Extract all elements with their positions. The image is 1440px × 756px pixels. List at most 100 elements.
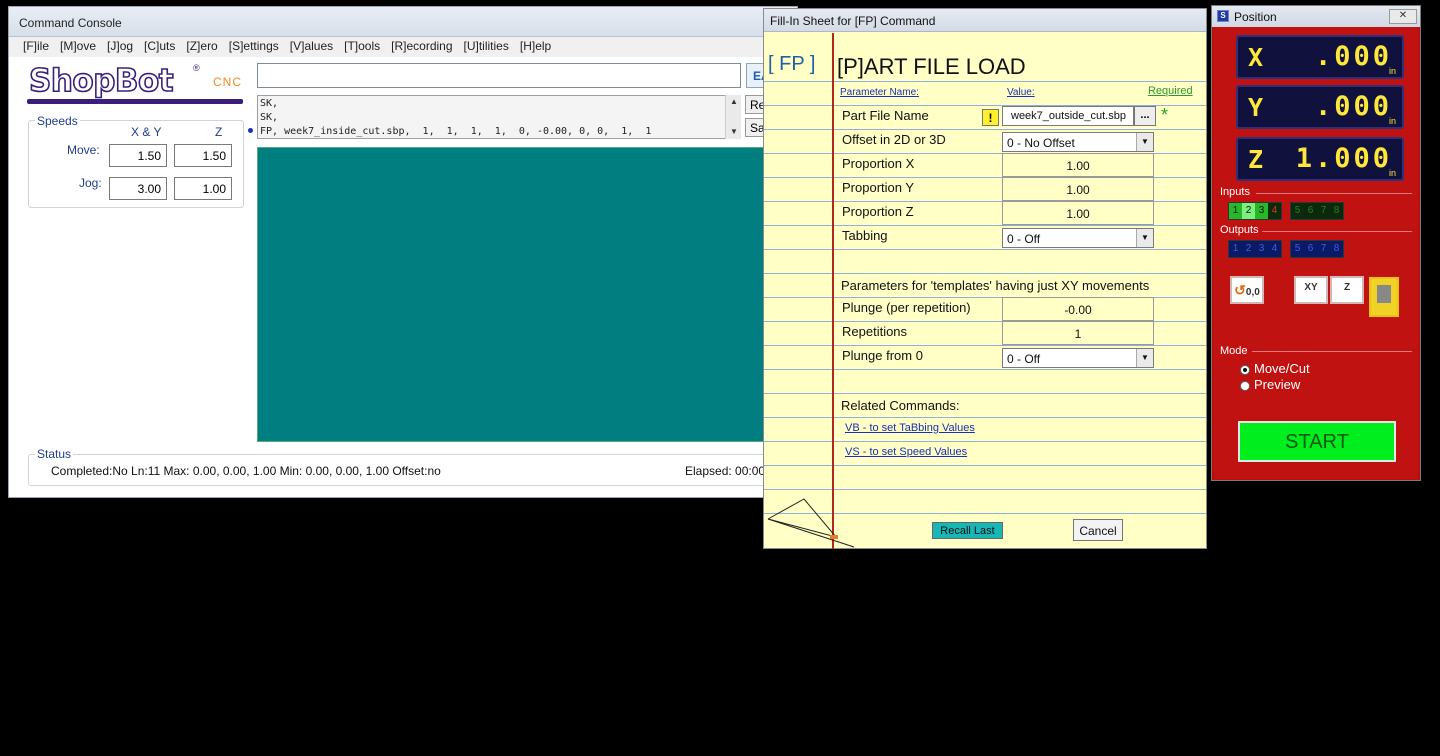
move-z-input[interactable]: 1.50 bbox=[174, 144, 232, 167]
output-led-1: 1 bbox=[1232, 243, 1239, 254]
command-input[interactable] bbox=[257, 63, 741, 88]
speeds-group: Speeds X & Y Z Move: Jog: 1.50 1.50 3.00… bbox=[28, 114, 244, 208]
offset-select[interactable]: 0 - No Offset ▼ bbox=[1002, 132, 1154, 152]
start-button[interactable]: START bbox=[1238, 421, 1396, 462]
rotate-arrow-icon: ↺ bbox=[1234, 282, 1246, 298]
recall-last-button[interactable]: Recall Last bbox=[932, 522, 1003, 539]
input-led-6: 6 bbox=[1307, 205, 1314, 216]
close-button[interactable]: ✕ bbox=[1389, 9, 1417, 24]
scroll-down-icon[interactable]: ▼ bbox=[730, 127, 738, 136]
repetitions-input[interactable]: 1 bbox=[1002, 321, 1154, 345]
menu-settings[interactable]: [S]ettings bbox=[229, 39, 279, 57]
related-vb-link[interactable]: VB - to set TaBbing Values bbox=[845, 422, 975, 434]
history-scrollbar[interactable]: ▲ ▼ bbox=[725, 95, 741, 139]
paper-fold-icon bbox=[767, 498, 855, 548]
required-star-icon: * bbox=[1161, 105, 1169, 125]
menu-move[interactable]: [M]ove bbox=[60, 39, 96, 57]
position-panel: X .000 in Y .000 in Z 1.000 in Inputs 1 … bbox=[1214, 27, 1418, 479]
zero-label: 0,0 bbox=[1245, 287, 1260, 298]
z-axis-letter: Z bbox=[1248, 145, 1264, 174]
input-led-7: 7 bbox=[1320, 205, 1327, 216]
keypad-icon[interactable] bbox=[1369, 277, 1399, 317]
proportion-y-label: Proportion Y bbox=[842, 180, 915, 195]
ruled-line bbox=[764, 273, 1206, 274]
scroll-up-icon[interactable]: ▲ bbox=[730, 97, 738, 106]
command-history: SK, SK, FP, week7_inside_cut.sbp, 1, 1, 1,… bbox=[257, 95, 741, 139]
proportion-z-label: Proportion Z bbox=[842, 204, 914, 219]
warning-icon[interactable]: ! bbox=[982, 109, 999, 126]
menu-tools[interactable]: [T]ools bbox=[344, 39, 380, 57]
menu-zero[interactable]: [Z]ero bbox=[186, 39, 217, 57]
ruled-line bbox=[764, 465, 1206, 466]
ruled-line bbox=[764, 249, 1206, 250]
browse-button[interactable]: ... bbox=[1134, 106, 1156, 126]
repetitions-label: Repetitions bbox=[842, 324, 908, 339]
required-header: Required bbox=[1148, 85, 1193, 97]
jog-xy-input[interactable]: 3.00 bbox=[109, 177, 167, 200]
input-led-5: 5 bbox=[1294, 205, 1301, 216]
tag-bracket-open: [ bbox=[768, 53, 780, 75]
y-axis-value: .000 bbox=[1314, 91, 1392, 122]
menu-file[interactable]: [F]ile bbox=[23, 39, 49, 57]
proportion-z-input[interactable]: 1.00 bbox=[1002, 201, 1154, 225]
tabbing-label: Tabbing bbox=[842, 228, 888, 243]
z-axis-display: Z 1.000 in bbox=[1236, 137, 1404, 181]
console-title: Command Console bbox=[9, 7, 797, 37]
menu-utilities[interactable]: [U]tilities bbox=[464, 39, 509, 57]
history-line: SK, bbox=[260, 112, 279, 123]
jog-z-input[interactable]: 1.00 bbox=[174, 177, 232, 200]
app-icon: S bbox=[1217, 10, 1229, 22]
plunge-label: Plunge (per repetition) bbox=[842, 300, 971, 315]
chevron-down-icon[interactable]: ▼ bbox=[1136, 349, 1153, 367]
move-xy-input[interactable]: 1.50 bbox=[109, 144, 167, 167]
tabbing-select[interactable]: 0 - Off ▼ bbox=[1002, 228, 1154, 248]
x-axis-value: .000 bbox=[1314, 41, 1392, 72]
ruled-line bbox=[764, 441, 1206, 442]
plunge-from-select[interactable]: 0 - Off ▼ bbox=[1002, 348, 1154, 368]
menu-help[interactable]: [H]elp bbox=[520, 39, 551, 57]
plunge-input[interactable]: -0.00 bbox=[1002, 297, 1154, 321]
console-menubar: [F]ile [M]ove [J]og [C]uts [Z]ero [S]ett… bbox=[9, 37, 797, 57]
mode-preview-radio[interactable]: Preview bbox=[1240, 377, 1300, 392]
menu-cuts[interactable]: [C]uts bbox=[144, 39, 175, 57]
history-line: FP, week7_inside_cut.sbp, 1, 1, 1, 1, 0,… bbox=[260, 126, 652, 137]
shopbot-logo: ShopBot ® CNC bbox=[25, 62, 245, 104]
value-header: Value: bbox=[1007, 87, 1035, 98]
logo-wordmark: ShopBot bbox=[28, 62, 174, 100]
proportion-y-input[interactable]: 1.00 bbox=[1002, 177, 1154, 201]
position-window: Position S ✕ X .000 in Y .000 in Z 1.000… bbox=[1211, 5, 1421, 481]
proportion-x-input[interactable]: 1.00 bbox=[1002, 153, 1154, 177]
output-led-7: 7 bbox=[1320, 243, 1327, 254]
part-file-input[interactable]: week7_outside_cut.sbp bbox=[1002, 106, 1134, 126]
ruled-line bbox=[764, 369, 1206, 370]
zero-xy-button[interactable]: ↺0,0 bbox=[1230, 276, 1264, 304]
menu-jog[interactable]: [J]og bbox=[107, 39, 133, 57]
radio-selected-icon[interactable] bbox=[1240, 364, 1250, 375]
fill-in-title: Fill-In Sheet for [FP] Command bbox=[764, 9, 1206, 32]
offset-label: Offset in 2D or 3D bbox=[842, 132, 946, 147]
menu-recording[interactable]: [R]ecording bbox=[391, 39, 452, 57]
z-axis-unit: in bbox=[1388, 168, 1396, 178]
output-led-2: 2 bbox=[1245, 243, 1252, 254]
divider bbox=[1252, 351, 1412, 352]
proportion-x-label: Proportion X bbox=[842, 156, 915, 171]
mode-movecut-radio[interactable]: Move/Cut bbox=[1240, 361, 1310, 376]
ruled-line bbox=[764, 489, 1206, 490]
radio-unselected-icon[interactable] bbox=[1240, 380, 1250, 391]
zero-z-axis-button[interactable]: Z bbox=[1330, 276, 1364, 304]
logo-registered-mark: ® bbox=[193, 63, 200, 73]
current-line-marker-icon bbox=[248, 128, 253, 133]
z-axis-value: 1.000 bbox=[1295, 143, 1392, 174]
chevron-down-icon[interactable]: ▼ bbox=[1136, 229, 1153, 247]
related-heading: Related Commands: bbox=[841, 398, 960, 413]
chevron-down-icon[interactable]: ▼ bbox=[1136, 133, 1153, 151]
zero-xy-axis-button[interactable]: XY bbox=[1294, 276, 1328, 304]
cancel-button[interactable]: Cancel bbox=[1073, 519, 1123, 541]
menu-values[interactable]: [V]alues bbox=[290, 39, 333, 57]
mode-label: Mode bbox=[1220, 345, 1248, 357]
speeds-col-z: Z bbox=[215, 125, 223, 139]
move-speed-label: Move: bbox=[67, 143, 100, 157]
related-vs-link[interactable]: VS - to set Speed Values bbox=[845, 446, 967, 458]
x-axis-letter: X bbox=[1248, 43, 1264, 72]
x-axis-unit: in bbox=[1388, 66, 1396, 76]
